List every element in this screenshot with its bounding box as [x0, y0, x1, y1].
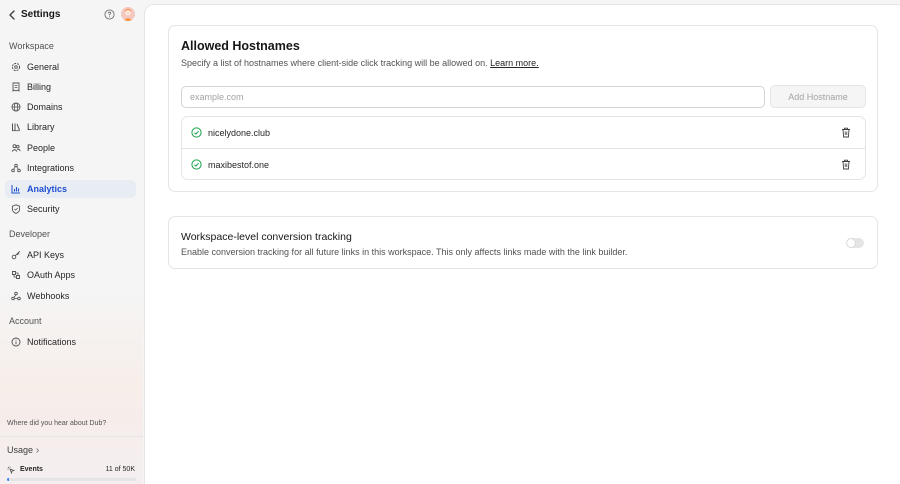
- sidebar-header: Settings: [0, 0, 143, 30]
- sidebar-item-analytics[interactable]: Analytics: [5, 180, 136, 198]
- conversion-tracking-toggle[interactable]: [846, 238, 864, 248]
- card-description: Enable conversion tracking for all futur…: [181, 247, 628, 257]
- sidebar-item-domains[interactable]: Domains: [5, 98, 136, 116]
- referral-prompt[interactable]: Where did you hear about Dub?: [7, 420, 106, 427]
- shield-icon: [11, 204, 21, 214]
- sidebar-divider: [0, 436, 143, 437]
- sidebar-item-label: Billing: [27, 82, 52, 92]
- settings-sidebar: Settings Workspace General Billing Domai…: [0, 0, 143, 484]
- sidebar-item-general[interactable]: General: [5, 58, 136, 76]
- description-text: Specify a list of hostnames where client…: [181, 58, 488, 68]
- sidebar-item-security[interactable]: Security: [5, 200, 136, 218]
- card-title: Workspace-level conversion tracking: [181, 231, 352, 243]
- main-panel: Allowed Hostnames Specify a list of host…: [144, 4, 900, 484]
- help-icon[interactable]: [104, 9, 115, 20]
- check-circle-icon: [191, 127, 202, 138]
- sidebar-item-label: People: [27, 143, 56, 153]
- sidebar-item-webhooks[interactable]: Webhooks: [5, 287, 136, 305]
- events-usage-bar: [7, 478, 136, 481]
- sidebar-item-oauth-apps[interactable]: OAuth Apps: [5, 266, 136, 284]
- chevron-left-icon[interactable]: [7, 9, 17, 21]
- events-usage-fill: [7, 478, 9, 481]
- library-icon: [12, 123, 20, 132]
- sidebar-item-label: General: [27, 62, 60, 72]
- sidebar-item-label: Library: [27, 122, 55, 132]
- chevron-right-icon: [36, 448, 40, 453]
- list-item: maxibestof.one: [182, 148, 865, 179]
- trash-icon[interactable]: [841, 127, 851, 138]
- learn-more-link[interactable]: Learn more.: [490, 58, 539, 68]
- card-description: Specify a list of hostnames where client…: [181, 58, 539, 68]
- sidebar-title: Settings: [21, 9, 61, 20]
- receipt-icon: [12, 82, 20, 92]
- globe-icon: [11, 102, 21, 112]
- info-circle-icon: [11, 337, 21, 347]
- section-label-account: Account: [9, 316, 42, 326]
- toggle-knob: [847, 239, 855, 247]
- events-label: Events: [20, 466, 43, 473]
- integrations-icon: [11, 163, 21, 173]
- gear-icon: [11, 62, 21, 72]
- analytics-icon: [11, 185, 20, 194]
- sidebar-item-label: Domains: [27, 102, 63, 112]
- allowed-hostnames-card: Allowed Hostnames Specify a list of host…: [168, 25, 878, 192]
- hostname-text: maxibestof.one: [208, 160, 270, 170]
- add-hostname-button[interactable]: Add Hostname: [770, 85, 866, 108]
- sidebar-item-billing[interactable]: Billing: [5, 78, 136, 96]
- events-count: 11 of 50K: [105, 466, 135, 473]
- sidebar-item-label: Notifications: [27, 337, 77, 347]
- sidebar-item-label: Analytics: [27, 184, 68, 194]
- conversion-tracking-card: Workspace-level conversion tracking Enab…: [168, 216, 878, 269]
- sidebar-item-people[interactable]: People: [5, 139, 136, 157]
- key-icon: [11, 250, 21, 260]
- sidebar-item-label: Webhooks: [27, 291, 70, 301]
- users-icon: [11, 144, 21, 152]
- list-item: nicelydone.club: [182, 117, 865, 148]
- avatar-face-icon: [123, 9, 133, 21]
- card-title: Allowed Hostnames: [181, 39, 300, 53]
- trash-icon[interactable]: [841, 159, 851, 170]
- webhook-icon: [11, 291, 21, 301]
- sidebar-item-integrations[interactable]: Integrations: [5, 159, 136, 177]
- sidebar-item-label: API Keys: [27, 250, 65, 260]
- sidebar-item-label: Integrations: [27, 163, 75, 173]
- cursor-rays-icon: [7, 466, 15, 474]
- avatar[interactable]: [121, 7, 135, 21]
- sidebar-item-label: OAuth Apps: [27, 270, 76, 280]
- oauth-icon: [12, 271, 20, 279]
- usage-link[interactable]: Usage: [7, 445, 33, 455]
- sidebar-item-notifications[interactable]: Notifications: [5, 333, 136, 351]
- check-circle-icon: [191, 159, 202, 170]
- sidebar-item-library[interactable]: Library: [5, 118, 136, 136]
- section-label-workspace: Workspace: [9, 41, 54, 51]
- sidebar-item-label: Security: [27, 204, 60, 214]
- section-label-developer: Developer: [9, 229, 51, 239]
- sidebar-item-api-keys[interactable]: API Keys: [5, 246, 136, 264]
- hostname-input[interactable]: [181, 86, 765, 108]
- hostname-list: nicelydone.club maxibestof.one: [181, 116, 866, 180]
- hostname-text: nicelydone.club: [208, 128, 271, 138]
